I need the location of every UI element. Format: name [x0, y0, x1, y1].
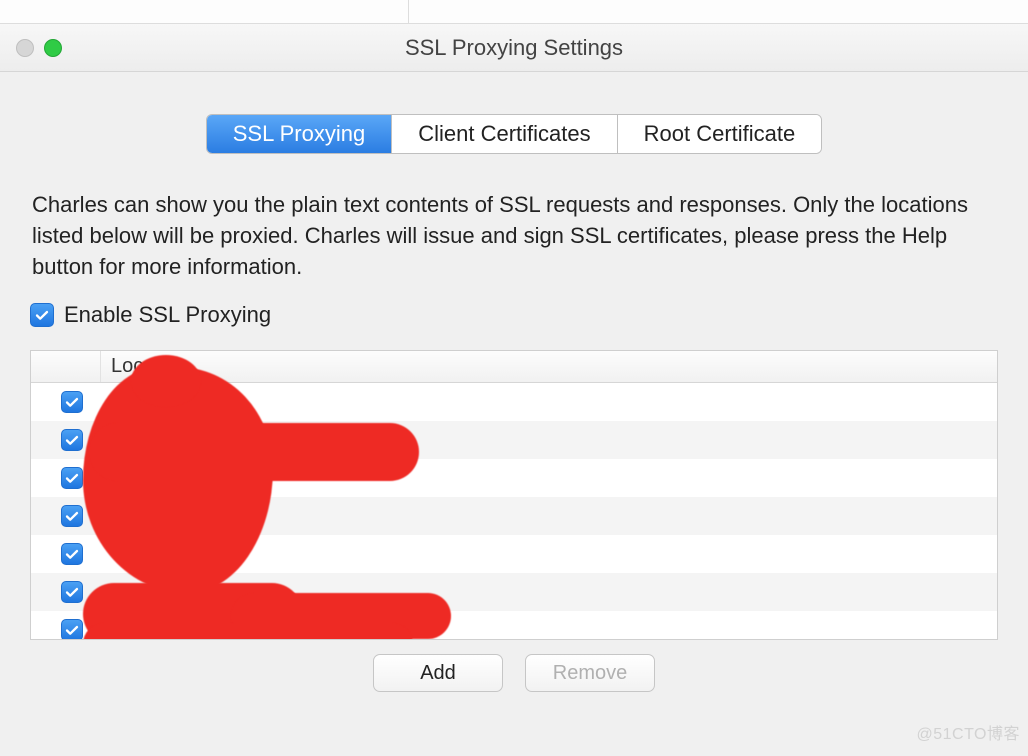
row-checkbox[interactable] — [61, 467, 83, 489]
table-header-location: Location — [101, 355, 997, 378]
tab-client-certificates[interactable]: Client Certificates — [392, 115, 617, 153]
row-checkbox[interactable] — [61, 391, 83, 413]
enable-ssl-proxying-checkbox[interactable] — [30, 303, 54, 327]
table-body — [31, 383, 997, 640]
tab-bar: SSL Proxying Client Certificates Root Ce… — [30, 114, 998, 154]
close-window-icon[interactable] — [16, 39, 34, 57]
tab-ssl-proxying[interactable]: SSL Proxying — [207, 115, 392, 153]
window-controls — [16, 39, 62, 57]
table-header-checkbox-col — [31, 351, 101, 382]
enable-ssl-proxying-label: Enable SSL Proxying — [64, 302, 271, 328]
tab-root-certificate[interactable]: Root Certificate — [618, 115, 822, 153]
checkmark-icon — [64, 546, 80, 562]
locations-table: Location — [30, 350, 998, 640]
row-checkbox[interactable] — [61, 429, 83, 451]
action-buttons: Add Remove — [30, 654, 998, 692]
checkmark-icon — [64, 432, 80, 448]
redaction-overlay — [83, 623, 413, 640]
watermark-text: @51CTO博客 — [916, 720, 1020, 744]
remove-button: Remove — [525, 654, 655, 692]
redaction-overlay — [89, 423, 419, 481]
row-checkbox[interactable] — [61, 505, 83, 527]
row-checkbox[interactable] — [61, 619, 83, 640]
window-title: SSL Proxying Settings — [405, 35, 623, 61]
checkmark-icon — [64, 394, 80, 410]
minimize-window-icon[interactable] — [44, 39, 62, 57]
row-checkbox[interactable] — [61, 543, 83, 565]
checkmark-icon — [64, 622, 80, 638]
checkmark-icon — [34, 307, 50, 323]
segmented-control: SSL Proxying Client Certificates Root Ce… — [206, 114, 823, 154]
checkmark-icon — [64, 470, 80, 486]
enable-ssl-proxying-row: Enable SSL Proxying — [30, 302, 998, 328]
top-border-strip — [0, 0, 1028, 24]
checkmark-icon — [64, 508, 80, 524]
window-titlebar: SSL Proxying Settings — [0, 24, 1028, 72]
row-checkbox[interactable] — [61, 581, 83, 603]
checkmark-icon — [64, 584, 80, 600]
add-button[interactable]: Add — [373, 654, 503, 692]
description-text: Charles can show you the plain text cont… — [30, 190, 998, 282]
dialog-content: SSL Proxying Client Certificates Root Ce… — [0, 72, 1028, 692]
